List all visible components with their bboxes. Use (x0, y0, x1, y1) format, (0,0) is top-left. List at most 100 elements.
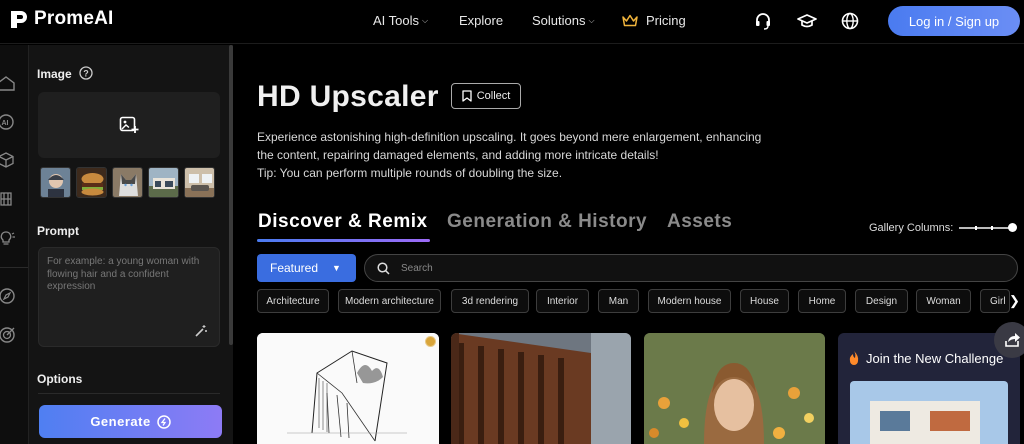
globe-icon[interactable] (840, 11, 860, 31)
tag-chip[interactable]: Architecture (257, 289, 329, 313)
svg-text:AI: AI (2, 120, 9, 127)
tag-chip[interactable]: Woman (916, 289, 971, 313)
prompt-section-label: Prompt (37, 224, 79, 238)
search-icon (377, 262, 390, 275)
sample-image (113, 168, 142, 197)
cube-icon[interactable] (0, 152, 16, 168)
brand-name: PromeAI (34, 8, 114, 29)
sample-image (41, 168, 70, 197)
prompt-placeholder: For example: a young woman with flowing … (47, 256, 200, 292)
prompt-textarea[interactable]: For example: a young woman with flowing … (38, 247, 220, 347)
gallery-card[interactable] (257, 333, 439, 444)
top-navigation-bar: PromeAI AI Tools ⌵ Explore Solutions ⌵ P… (0, 0, 1024, 44)
tag-chip[interactable]: House (740, 289, 789, 313)
challenge-title: Join the New Challenge (866, 351, 1004, 366)
nav-explore[interactable]: Explore (459, 13, 503, 28)
tab-discover-remix[interactable]: Discover & Remix (258, 211, 428, 233)
tool-tip: Tip: You can perform multiple rounds of … (257, 166, 563, 180)
sample-thumbnail-burger[interactable] (76, 167, 107, 198)
sample-thumbnail-interior[interactable] (184, 167, 215, 198)
target-icon[interactable] (0, 327, 16, 343)
options-divider (38, 393, 220, 394)
nav-ai-tools-label: AI Tools (373, 13, 420, 28)
tag-chip[interactable]: Interior (536, 289, 589, 313)
generate-button[interactable]: Generate (39, 405, 222, 438)
tag-chip[interactable]: Design (855, 289, 908, 313)
options-section-label: Options (37, 372, 83, 386)
nav-pricing-label: Pricing (646, 13, 686, 28)
compass-icon[interactable] (0, 288, 16, 304)
chevron-down-icon: ⌵ (588, 15, 595, 25)
bulb-icon[interactable] (0, 230, 16, 246)
image-section-label: Image (37, 67, 72, 81)
tag-chip[interactable]: Modern architecture (338, 289, 441, 313)
nav-pricing[interactable]: Pricing (622, 13, 686, 28)
challenge-image (850, 381, 1008, 444)
building-image (451, 333, 631, 444)
rail-divider (0, 267, 28, 268)
sample-image (149, 168, 178, 197)
svg-text:?: ? (83, 68, 89, 78)
tag-chip[interactable]: Home (798, 289, 846, 313)
flame-icon (849, 351, 859, 365)
challenge-building-image (850, 381, 1008, 444)
nav-ai-tools[interactable]: AI Tools ⌵ (373, 13, 428, 28)
sample-thumbnail-husky[interactable] (112, 167, 143, 198)
nav-explore-label: Explore (459, 13, 504, 28)
featured-dropdown[interactable]: Featured ▼ (257, 254, 356, 282)
ai-icon[interactable]: AI (0, 114, 16, 130)
help-icon[interactable]: ? (79, 66, 93, 80)
gallery-columns-slider[interactable] (959, 227, 1013, 229)
share-icon (1005, 333, 1020, 347)
tag-chip[interactable]: Man (598, 289, 639, 313)
share-button[interactable] (994, 322, 1024, 358)
tag-chip[interactable]: 3d rendering (451, 289, 529, 313)
collect-label: Collect (476, 90, 511, 102)
graduation-cap-icon[interactable] (797, 11, 817, 31)
challenge-card[interactable]: Join the New Challenge (838, 333, 1020, 444)
sample-image (185, 168, 214, 197)
nav-solutions-label: Solutions (532, 13, 586, 28)
chevron-right-icon[interactable]: ❯ (1009, 293, 1020, 309)
sample-thumbnail-building[interactable] (148, 167, 179, 198)
page-title: HD Upscaler (257, 80, 439, 113)
home-icon[interactable] (0, 75, 16, 91)
search-bar[interactable] (364, 254, 1018, 282)
generate-label: Generate (90, 414, 151, 429)
search-input[interactable] (401, 255, 1001, 281)
slider-handle[interactable] (1008, 223, 1017, 232)
sample-image (77, 168, 106, 197)
add-image-icon (119, 116, 139, 133)
crown-icon (622, 14, 638, 27)
gallery-columns-label: Gallery Columns: (869, 222, 954, 234)
gallery-card[interactable] (451, 333, 631, 444)
collect-button[interactable]: Collect (451, 83, 521, 109)
portrait-image (644, 333, 825, 444)
gallery-card[interactable] (644, 333, 825, 444)
active-tab-indicator (257, 239, 430, 242)
sample-thumbnail-person[interactable] (40, 167, 71, 198)
credit-coin-icon (156, 414, 171, 429)
tab-generation-history[interactable]: Generation & History (447, 211, 647, 233)
nav-solutions[interactable]: Solutions ⌵ (532, 13, 595, 28)
panel-scrollbar[interactable] (229, 45, 233, 345)
featured-label: Featured (270, 261, 319, 275)
premium-badge-icon (425, 336, 436, 347)
image-upload-area[interactable] (38, 92, 220, 158)
logo[interactable]: PromeAI (8, 8, 114, 30)
magic-wand-icon[interactable] (194, 324, 208, 338)
caret-down-icon: ▼ (332, 263, 341, 273)
tool-description: Experience astonishing high-definition u… (257, 130, 762, 162)
sketch-image (257, 333, 439, 444)
chevron-down-icon: ⌵ (422, 15, 429, 25)
fitting-icon[interactable] (0, 191, 16, 207)
tool-rail: AI (0, 45, 29, 444)
bookmark-icon (462, 90, 472, 102)
headset-icon[interactable] (753, 11, 773, 31)
logo-mark-icon (11, 11, 27, 28)
tag-chip[interactable]: Modern house (648, 289, 731, 313)
login-signup-button[interactable]: Log in / Sign up (888, 6, 1020, 36)
tag-chip[interactable]: Girl (980, 289, 1010, 313)
tab-assets[interactable]: Assets (667, 211, 732, 233)
slider-tick (991, 226, 993, 230)
